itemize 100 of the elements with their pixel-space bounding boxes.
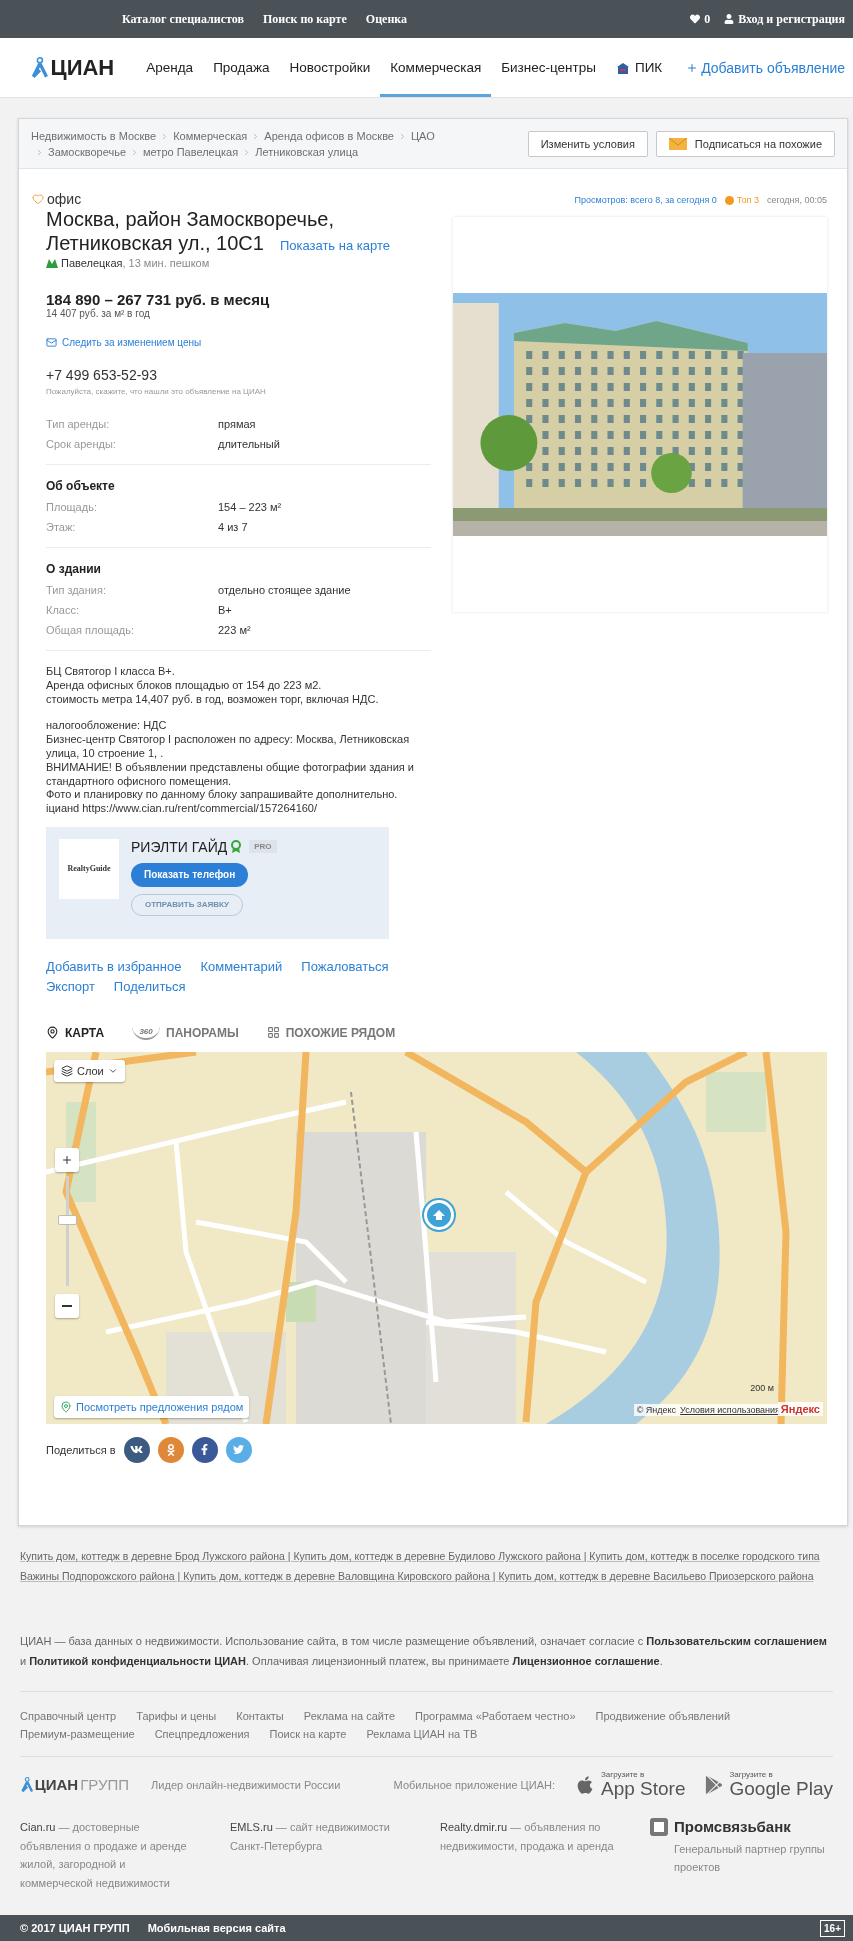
- listing-action-link[interactable]: Пожаловаться: [301, 958, 389, 974]
- bank-logo-icon: [650, 1818, 668, 1837]
- map-tab[interactable]: КАРТА: [46, 1025, 105, 1040]
- nav-tab[interactable]: Аренда: [136, 38, 204, 97]
- nav-tab[interactable]: Бизнес-центры: [491, 38, 606, 97]
- mobile-version-link[interactable]: Мобильная версия сайта: [147, 1922, 286, 1934]
- subscribe-button[interactable]: Подписаться на похожие: [655, 131, 835, 157]
- agent-logo: RealtyGuide: [59, 838, 119, 899]
- footer-link[interactable]: Реклама на сайте: [303, 1710, 395, 1722]
- description-paragraph: БЦ Святогор I класса В+. Аренда офисных блоков площадью от 154 до 223 м2. стоимость метра 14,407 руб. в год, возможен торг, включая НДС.: [46, 665, 380, 707]
- field-label: Этаж:: [46, 521, 77, 533]
- footer-link[interactable]: Контакты: [236, 1710, 284, 1722]
- share-button[interactable]: [191, 1436, 218, 1463]
- login-link[interactable]: Вход и регистрация: [738, 11, 845, 27]
- show-on-map-link[interactable]: Показать на карте: [279, 238, 390, 253]
- field-value: отдельно стоящее здание: [218, 584, 352, 596]
- breadcrumb-link[interactable]: метро Павелецкая: [143, 144, 239, 160]
- apple-icon: [575, 1774, 595, 1795]
- address-title: Летниковская ул., 10С1: [46, 231, 264, 255]
- listing-action-link[interactable]: Поделиться: [113, 978, 186, 994]
- legal-notice: ЦИАН — база данных о недвижимости. Использование сайта, в том числе размещение объявлений, означает согласие с Пользовательским соглашением и Политикой конфиденциальности ЦИАН. Оплачивая лицензионный платеж, вы принимаете Лицензионное соглашение.: [20, 1634, 828, 1669]
- footer-link[interactable]: Тарифы и цены: [136, 1710, 217, 1722]
- breadcrumb-link[interactable]: Коммерческая: [173, 128, 248, 144]
- footer-link[interactable]: Реклама ЦИАН на ТВ: [366, 1728, 478, 1740]
- logo-icon: [30, 56, 48, 79]
- map-tab[interactable]: ПОХОЖИЕ РЯДОМ: [266, 1025, 396, 1040]
- seo-links-paragraph[interactable]: Купить дом, коттедж в деревне Брод Лужского района | Купить дом, коттедж в деревне Будилово Лужского района | Купить дом, коттедж в поселке городского типа Важины Подпорожского района | Купить дом, коттедж в деревне Валовщина Кировского района | Купить дом, коттедж в деревне Васильево Приозерского района: [20, 1546, 833, 1586]
- listing-action-link[interactable]: Экспорт: [46, 978, 95, 994]
- nearby-offers-button[interactable]: Посмотреть предложения рядом: [54, 1395, 250, 1418]
- top-bar-link[interactable]: Поиск по карте: [262, 11, 347, 27]
- zoom-in-button[interactable]: [55, 1147, 79, 1172]
- logo-icon: [20, 1776, 33, 1793]
- listing-action-link[interactable]: Комментарий: [200, 958, 283, 974]
- description-paragraph: налогообложение: НДС Бизнес-центр Святогор I расположен по адресу: Москва, Летниковская улица, 10 строение 1, . ВНИМАНИЕ! В объявлении представлены общие фотографии здания и стандартного офисного помещения. Фото и планировку по данному блоку запрашивайте дополнительно. iцианd https://www.cian.ru/rent/commercial/157264160/: [46, 719, 415, 816]
- field-value: прямая: [218, 418, 257, 430]
- building-icon: [615, 61, 630, 74]
- envelope-icon: [668, 138, 687, 150]
- nav-tab[interactable]: Новостройки: [279, 38, 381, 97]
- footer-link[interactable]: Поиск на карте: [269, 1728, 347, 1740]
- store-badge[interactable]: Загрузите в Google Play: [705, 1771, 833, 1798]
- share-button[interactable]: [123, 1436, 150, 1463]
- field-value: 4 из 7: [218, 521, 249, 533]
- phone-note: Пожалуйста, скажите, что нашли это объявление на ЦИАН: [46, 387, 267, 396]
- breadcrumb-link[interactable]: Недвижимость в Москве: [31, 128, 157, 144]
- pin-icon: [60, 1400, 72, 1413]
- nav-tab[interactable]: Коммерческая: [380, 38, 492, 97]
- store-badge[interactable]: Загрузите в App Store: [575, 1771, 686, 1798]
- breadcrumb-link[interactable]: ЦАО: [411, 128, 435, 144]
- address-title: Москва, район Замоскворечье,: [46, 207, 335, 231]
- walk-time: , 13 мин. пешком: [122, 257, 210, 269]
- grid-icon: [266, 1026, 280, 1040]
- top-badge-icon: [724, 195, 734, 205]
- field-label: Тип аренды:: [46, 418, 111, 430]
- breadcrumb-link[interactable]: Замоскворечье: [48, 144, 127, 160]
- award-icon: [231, 840, 242, 854]
- footer-link[interactable]: Программа «Работаем честно»: [415, 1710, 576, 1722]
- project-description: Cian.ru — достоверные объявления о продаже и аренде жилой, загородной и коммерческой недвижимости: [20, 1820, 188, 1891]
- change-filters-button[interactable]: Изменить условия: [527, 131, 648, 157]
- play-icon: [705, 1775, 724, 1794]
- plus-icon: [686, 61, 699, 74]
- social-icon: [164, 1443, 177, 1456]
- show-phone-button[interactable]: Показать телефон: [131, 862, 249, 887]
- breadcrumb-link[interactable]: Аренда офисов в Москве: [264, 128, 394, 144]
- zoom-out-button[interactable]: [55, 1293, 79, 1318]
- map-terms-link[interactable]: Условия использования: [680, 1404, 780, 1415]
- copyright: © 2017 ЦИАН ГРУПП: [20, 1922, 130, 1934]
- layers-button[interactable]: Слои: [54, 1059, 125, 1082]
- map-tab[interactable]: 360 ПАНОРАМЫ: [132, 1025, 239, 1040]
- footer-link[interactable]: Продвижение объявлений: [595, 1710, 731, 1722]
- field-value: B+: [218, 604, 233, 616]
- section-title: О здании: [46, 562, 102, 576]
- field-label: Срок аренды:: [46, 438, 117, 450]
- top-bar-link[interactable]: Каталог специалистов: [122, 11, 244, 27]
- age-rating: 16+: [820, 1919, 845, 1937]
- footer-logo: ЦИАН: [34, 1776, 79, 1793]
- minus-icon: [62, 1304, 72, 1307]
- nav-tab[interactable]: ПИК: [605, 38, 673, 97]
- field-value: длительный: [218, 438, 281, 450]
- field-label: Площадь:: [46, 501, 98, 513]
- user-icon: [724, 14, 735, 24]
- add-listing-link[interactable]: Добавить объявление: [686, 59, 845, 76]
- project-description: EMLS.ru — сайт недвижимости Санкт-Петербурга: [230, 1820, 391, 1854]
- project-description: Realty.dmir.ru — объявления по недвижимости, продажа и аренда: [440, 1820, 615, 1854]
- top-bar-link[interactable]: Оценка: [365, 11, 408, 27]
- footer-link[interactable]: Справочный центр: [20, 1710, 117, 1722]
- views-link[interactable]: Просмотров: всего 8, за сегодня 0: [574, 195, 717, 205]
- watch-price-link[interactable]: Следить за изменением цены: [62, 337, 202, 348]
- field-value: 154 – 223 м²: [218, 501, 283, 513]
- heart-icon: [32, 193, 44, 205]
- field-label: Тип здания:: [46, 584, 107, 596]
- footer-link[interactable]: Спецпредложения: [154, 1728, 250, 1740]
- breadcrumb-link[interactable]: Летниковская улица: [255, 144, 359, 160]
- zoom-handle[interactable]: [58, 1214, 77, 1225]
- listing-action-link[interactable]: Добавить в избранное: [46, 958, 182, 974]
- nav-tab[interactable]: Продажа: [203, 38, 280, 97]
- field-label: Класс:: [46, 604, 80, 616]
- footer-link[interactable]: Премиум-размещение: [20, 1728, 135, 1740]
- chevron-icon: [398, 131, 407, 141]
- chevron-icon: [35, 147, 44, 157]
- mail-icon: [46, 337, 57, 348]
